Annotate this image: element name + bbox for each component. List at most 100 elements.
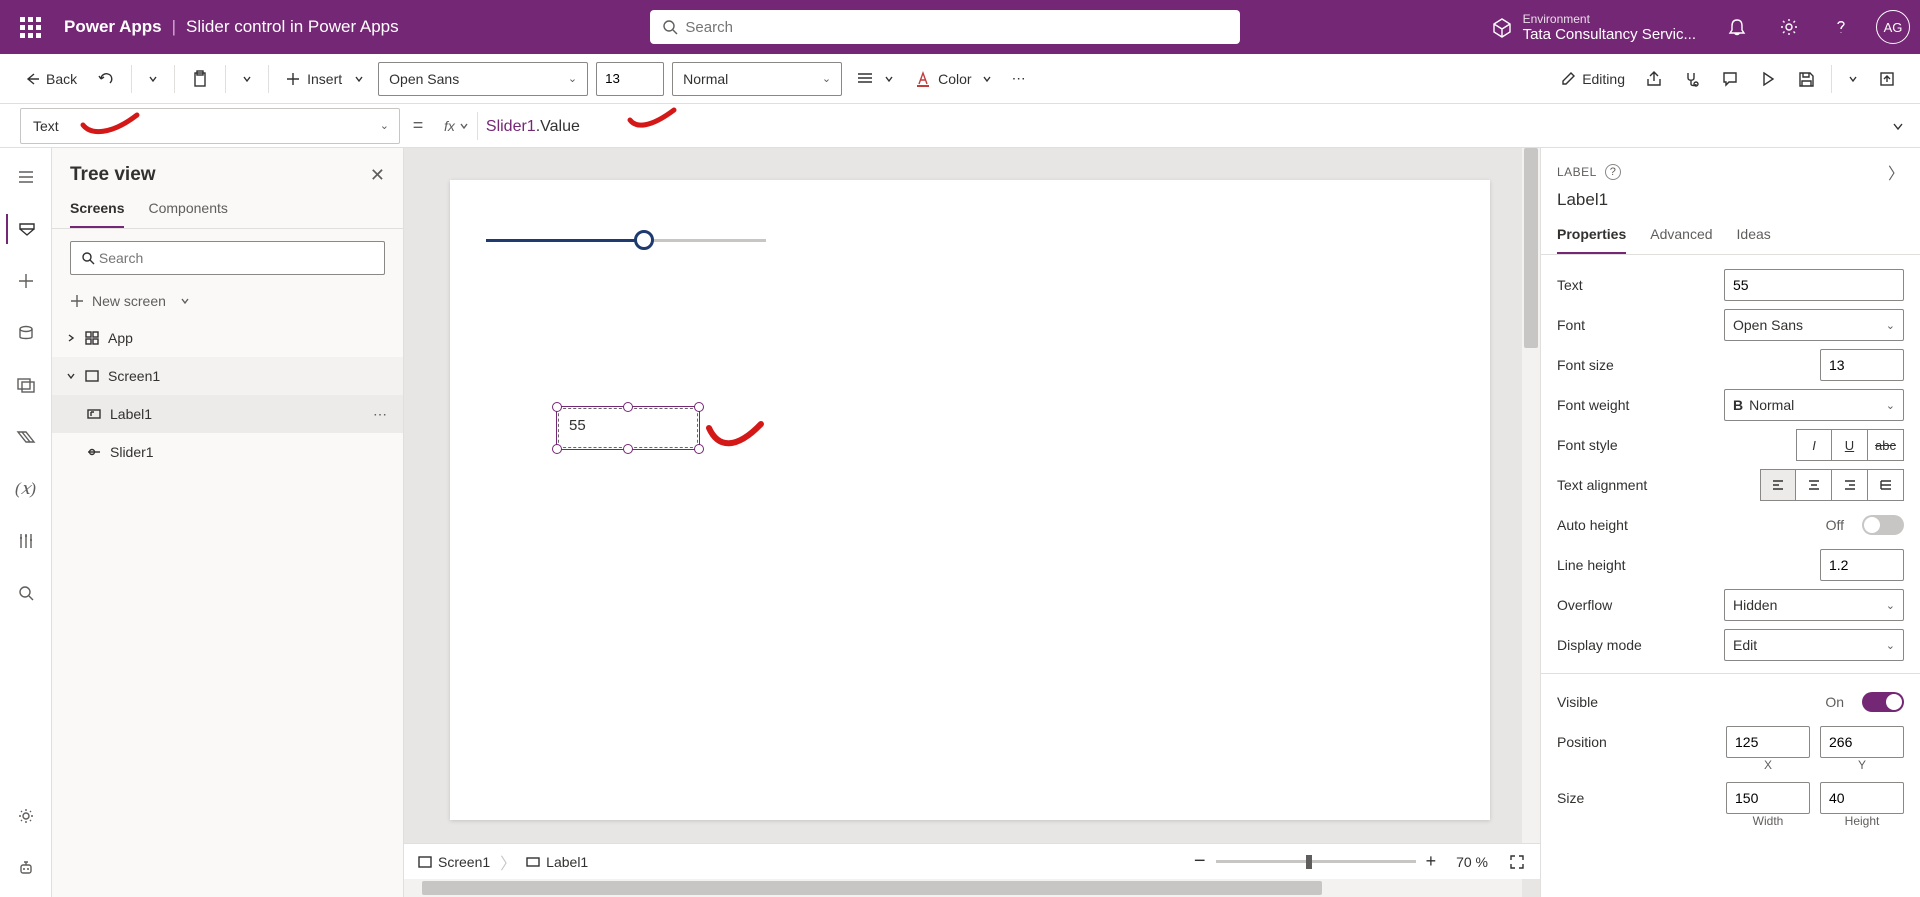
align-button[interactable]	[850, 62, 900, 96]
save-button[interactable]	[1791, 62, 1821, 96]
tree-item-more[interactable]: ⋯	[373, 406, 389, 423]
vertical-scrollbar[interactable]	[1522, 148, 1540, 867]
prop-lineheight-input[interactable]	[1820, 549, 1904, 581]
tree-item-slider1[interactable]: Slider1	[52, 433, 403, 471]
prop-overflow-dropdown[interactable]: Hidden⌄	[1724, 589, 1904, 621]
property-selector[interactable]: Text ⌄	[20, 108, 400, 144]
insert-rail-icon[interactable]	[6, 266, 46, 296]
app-launcher-icon[interactable]	[10, 17, 50, 38]
settings-rail-icon[interactable]	[6, 801, 46, 831]
search-input[interactable]	[685, 19, 1227, 36]
breadcrumb-screen[interactable]: Screen1	[418, 854, 490, 870]
tools-rail-icon[interactable]	[6, 526, 46, 556]
hamburger-icon[interactable]	[6, 162, 46, 192]
align-right-button[interactable]	[1832, 469, 1868, 501]
tree-search-input[interactable]	[99, 250, 374, 266]
close-icon[interactable]: ✕	[370, 165, 385, 186]
zoom-out-button[interactable]: −	[1194, 850, 1206, 873]
align-left-button[interactable]	[1760, 469, 1796, 501]
user-avatar[interactable]: AG	[1876, 10, 1910, 44]
prop-displaymode-dropdown[interactable]: Edit⌄	[1724, 629, 1904, 661]
tab-properties[interactable]: Properties	[1557, 220, 1626, 254]
fx-button[interactable]: fx	[436, 118, 477, 134]
prop-y-input[interactable]	[1820, 726, 1904, 758]
align-center-button[interactable]	[1796, 469, 1832, 501]
tab-components[interactable]: Components	[148, 200, 227, 228]
media-rail-icon[interactable]	[6, 370, 46, 400]
horizontal-scrollbar[interactable]	[404, 879, 1522, 897]
environment-picker[interactable]: Environment Tata Consultancy Servic...	[1491, 12, 1696, 43]
publish-button[interactable]	[1872, 62, 1902, 96]
label-control[interactable]: 55	[558, 408, 698, 448]
bell-icon	[1727, 17, 1747, 37]
canvas-area[interactable]: 55 Screen1 〉 Label1 − + 70	[404, 148, 1540, 897]
tree-item-label1[interactable]: Label1 ⋯	[52, 395, 403, 433]
breadcrumb-control[interactable]: Label1	[526, 854, 588, 870]
zoom-slider[interactable]	[1216, 860, 1416, 863]
save-dropdown[interactable]	[1842, 62, 1864, 96]
virtual-agent-icon[interactable]	[6, 853, 46, 883]
variables-rail-icon[interactable]: (𝑥)	[6, 474, 46, 504]
settings-button[interactable]	[1766, 0, 1812, 54]
font-dropdown[interactable]: Open Sans⌄	[378, 62, 588, 96]
tree-item-app[interactable]: App	[52, 319, 403, 357]
autoheight-toggle[interactable]	[1862, 515, 1904, 535]
zoom-in-button[interactable]: +	[1426, 851, 1437, 872]
chevron-down-icon[interactable]	[66, 371, 76, 381]
tree-view-icon[interactable]	[6, 214, 46, 244]
insert-button[interactable]: Insert	[279, 62, 370, 96]
font-weight-dropdown[interactable]: Normal⌄	[672, 62, 842, 96]
formula-expand-button[interactable]	[1876, 119, 1920, 133]
prop-fontweight-dropdown[interactable]: BNormal⌄	[1724, 389, 1904, 421]
undo-dropdown[interactable]	[142, 62, 164, 96]
font-size-input[interactable]	[596, 62, 664, 96]
notifications-button[interactable]	[1714, 0, 1760, 54]
paste-button[interactable]	[185, 62, 215, 96]
visible-toggle[interactable]	[1862, 692, 1904, 712]
underline-button[interactable]: U	[1832, 429, 1868, 461]
y-sublabel: Y	[1820, 758, 1904, 772]
preview-button[interactable]	[1753, 62, 1783, 96]
align-justify-button[interactable]	[1868, 469, 1904, 501]
new-screen-button[interactable]: New screen	[52, 287, 403, 319]
prop-x-input[interactable]	[1726, 726, 1810, 758]
back-button[interactable]: Back	[18, 62, 83, 96]
panel-expand-button[interactable]: 〉	[1888, 160, 1904, 184]
more-button[interactable]: ⋯	[1006, 62, 1032, 96]
undo-button[interactable]	[91, 62, 121, 96]
tree-item-screen1[interactable]: Screen1	[52, 357, 403, 395]
tree-item-label: Label1	[110, 406, 152, 422]
prop-height-input[interactable]	[1820, 782, 1904, 814]
chevron-down-icon	[1848, 74, 1858, 84]
data-rail-icon[interactable]	[6, 318, 46, 348]
comments-button[interactable]	[1715, 62, 1745, 96]
app-name[interactable]: Power Apps	[64, 17, 162, 37]
help-button[interactable]	[1818, 0, 1864, 54]
strike-button[interactable]: abc	[1868, 429, 1904, 461]
fit-screen-button[interactable]	[1508, 853, 1526, 871]
control-name[interactable]: Label1	[1541, 190, 1920, 220]
prop-text-input[interactable]	[1724, 269, 1904, 301]
checker-button[interactable]	[1677, 62, 1707, 96]
search-rail-icon[interactable]	[6, 578, 46, 608]
tab-advanced[interactable]: Advanced	[1650, 220, 1712, 254]
global-search[interactable]	[650, 10, 1240, 44]
slider-control[interactable]	[486, 228, 766, 252]
tab-ideas[interactable]: Ideas	[1737, 220, 1771, 254]
prop-font-dropdown[interactable]: Open Sans⌄	[1724, 309, 1904, 341]
flows-rail-icon[interactable]	[6, 422, 46, 452]
screen-artboard[interactable]: 55	[450, 180, 1490, 820]
tree-search[interactable]	[70, 241, 385, 275]
paste-dropdown[interactable]	[236, 62, 258, 96]
editing-mode[interactable]: Editing	[1554, 62, 1631, 96]
tab-screens[interactable]: Screens	[70, 200, 124, 228]
help-icon[interactable]: ?	[1605, 164, 1621, 180]
formula-input[interactable]: Slider1.Value	[478, 116, 1876, 136]
environment-label: Environment	[1523, 12, 1696, 26]
chevron-right-icon[interactable]	[66, 333, 76, 343]
prop-width-input[interactable]	[1726, 782, 1810, 814]
prop-fontsize-input[interactable]	[1820, 349, 1904, 381]
color-button[interactable]: Color	[908, 62, 997, 96]
share-button[interactable]	[1639, 62, 1669, 96]
italic-button[interactable]: I	[1796, 429, 1832, 461]
